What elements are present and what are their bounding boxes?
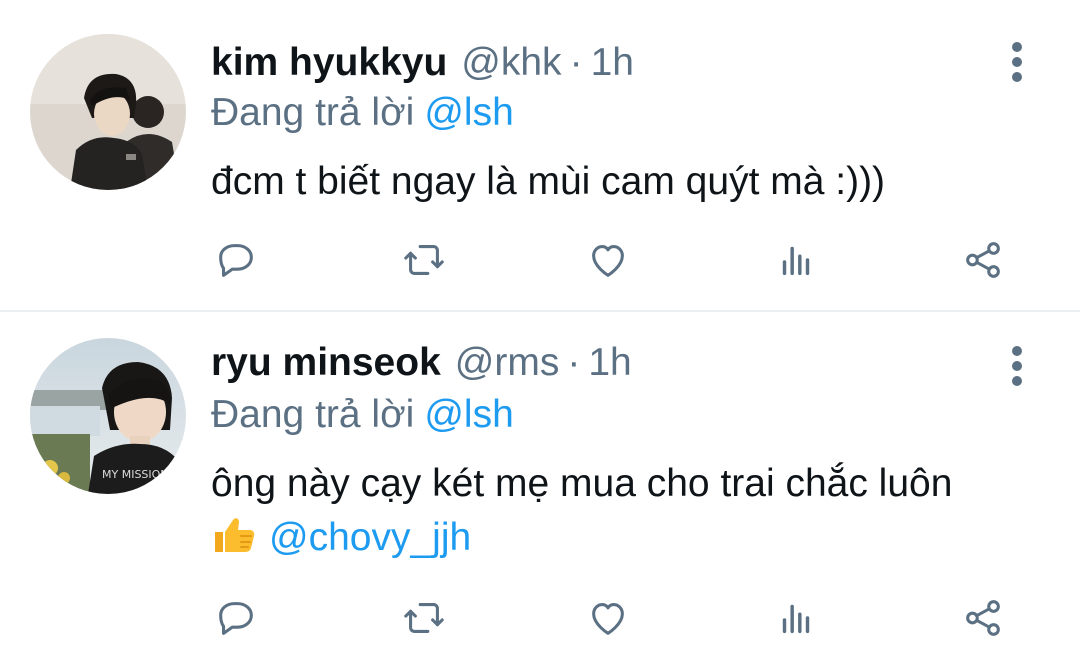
- tweet[interactable]: MY MISSION ryu minseok @rms · 1h Đang trả l…: [0, 312, 1080, 658]
- like-button[interactable]: [580, 590, 636, 646]
- display-name[interactable]: kim hyukkyu: [211, 41, 447, 84]
- display-name[interactable]: ryu minseok: [211, 341, 441, 384]
- tweet-header: ryu minseok @rms · 1h: [211, 338, 632, 388]
- reply-icon: [219, 602, 253, 635]
- analytics-button[interactable]: [768, 232, 824, 288]
- action-bar: [0, 232, 1080, 292]
- separator-dot: ·: [567, 341, 581, 384]
- like-icon: [592, 603, 624, 635]
- timestamp[interactable]: 1h: [591, 41, 634, 84]
- tweet-text: đcm t biết ngay là mùi cam quýt mà :))): [211, 156, 885, 208]
- avatar[interactable]: MY MISSION: [30, 338, 186, 494]
- tweet-header: kim hyukkyu @khk · 1h: [211, 38, 634, 88]
- avatar[interactable]: [30, 34, 186, 190]
- more-options-icon[interactable]: [1004, 42, 1030, 86]
- retweet-button[interactable]: [396, 232, 452, 288]
- user-handle[interactable]: @rms: [455, 341, 560, 384]
- reply-prefix: Đang trả lời: [211, 91, 415, 134]
- separator-dot: ·: [569, 41, 583, 84]
- replying-to: Đang trả lời @lsh: [211, 390, 514, 440]
- retweet-icon: [404, 603, 444, 633]
- thumbs-up-icon: [215, 518, 255, 552]
- more-options-icon[interactable]: [1004, 346, 1030, 390]
- replying-to: Đang trả lời @lsh: [211, 88, 514, 138]
- like-button[interactable]: [580, 232, 636, 288]
- analytics-icon: [782, 246, 810, 276]
- share-icon: [966, 242, 1000, 278]
- share-button[interactable]: [955, 590, 1011, 646]
- svg-text:MY MISSION: MY MISSION: [102, 468, 169, 481]
- avatar-photo-1: [30, 34, 186, 190]
- reply-prefix: Đang trả lời: [211, 393, 415, 436]
- text-mention[interactable]: @chovy_jjh: [269, 516, 471, 559]
- analytics-button[interactable]: [768, 590, 824, 646]
- tweet-text-line: ông này cạy két mẹ mua cho trai chắc luô…: [211, 462, 953, 505]
- retweet-icon: [404, 245, 444, 275]
- share-icon: [966, 600, 1000, 636]
- tweet-text: ông này cạy két mẹ mua cho trai chắc luô…: [211, 458, 952, 564]
- like-icon: [592, 245, 624, 277]
- reply-mention[interactable]: @lsh: [424, 393, 513, 436]
- retweet-button[interactable]: [396, 590, 452, 646]
- user-handle[interactable]: @khk: [461, 41, 561, 84]
- reply-icon: [219, 244, 253, 277]
- timestamp[interactable]: 1h: [588, 341, 631, 384]
- reply-button[interactable]: [208, 590, 264, 646]
- action-bar: [0, 590, 1080, 650]
- reply-button[interactable]: [208, 232, 264, 288]
- tweet[interactable]: kim hyukkyu @khk · 1h Đang trả lời @lsh đcm …: [0, 0, 1080, 310]
- avatar-photo-2: MY MISSION: [30, 338, 186, 494]
- tweet-text-content: đcm t biết ngay là mùi cam quýt mà :))): [211, 160, 886, 203]
- analytics-icon: [782, 604, 810, 634]
- reply-mention[interactable]: @lsh: [424, 91, 513, 134]
- share-button[interactable]: [955, 232, 1011, 288]
